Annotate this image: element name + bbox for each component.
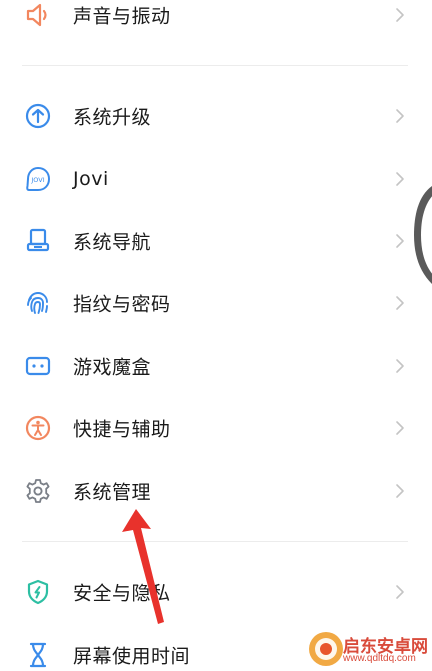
svg-text:JOVI: JOVI [30,176,44,184]
speaker-icon [24,1,52,29]
section-divider [22,65,408,66]
settings-item-game-box[interactable]: 游戏魔盒 [0,338,432,394]
edge-overlay-shape [414,186,432,284]
settings-item-label: 游戏魔盒 [73,356,152,379]
chevron-right-icon [396,421,404,435]
settings-item-sound[interactable]: 声音与振动 [0,0,432,43]
navigation-icon [24,227,52,255]
settings-item-label: 声音与振动 [73,5,171,28]
upgrade-arrow-icon [24,102,52,130]
shield-icon [24,578,52,606]
chevron-right-icon [396,234,404,248]
fingerprint-icon [24,289,52,317]
game-box-icon [24,352,52,380]
hourglass-icon [24,641,52,669]
settings-item-label: 系统导航 [73,231,152,254]
settings-page: 声音与振动 系统升级 JOVI Jovi 系统导航 指纹与密码 游戏魔盒 快捷与… [0,0,432,671]
settings-item-label: 安全与隐私 [73,582,171,605]
settings-item-system-management[interactable]: 系统管理 [0,463,432,519]
settings-item-jovi[interactable]: JOVI Jovi [0,151,432,207]
gear-icon [24,477,52,505]
settings-item-system-navigation[interactable]: 系统导航 [0,213,432,269]
chevron-right-icon [396,296,404,310]
settings-item-security-privacy[interactable]: 安全与隐私 [0,564,432,620]
chevron-right-icon [396,359,404,373]
settings-item-label: 快捷与辅助 [73,418,171,441]
settings-item-label: Jovi [73,168,109,190]
chevron-right-icon [396,8,404,22]
settings-item-label: 系统管理 [73,481,152,504]
settings-item-shortcuts-accessibility[interactable]: 快捷与辅助 [0,400,432,456]
settings-item-fingerprint-password[interactable]: 指纹与密码 [0,275,432,331]
accessibility-icon [24,414,52,442]
chevron-right-icon [396,172,404,186]
watermark-url: www.qdltdq.com [343,653,416,664]
chevron-right-icon [396,484,404,498]
settings-item-system-upgrade[interactable]: 系统升级 [0,88,432,144]
jovi-icon: JOVI [24,165,52,193]
chevron-right-icon [396,585,404,599]
section-divider [22,541,408,542]
chevron-right-icon [396,109,404,123]
settings-item-label: 系统升级 [73,106,152,129]
settings-item-label: 屏幕使用时间 [73,645,191,668]
settings-item-label: 指纹与密码 [73,293,171,316]
